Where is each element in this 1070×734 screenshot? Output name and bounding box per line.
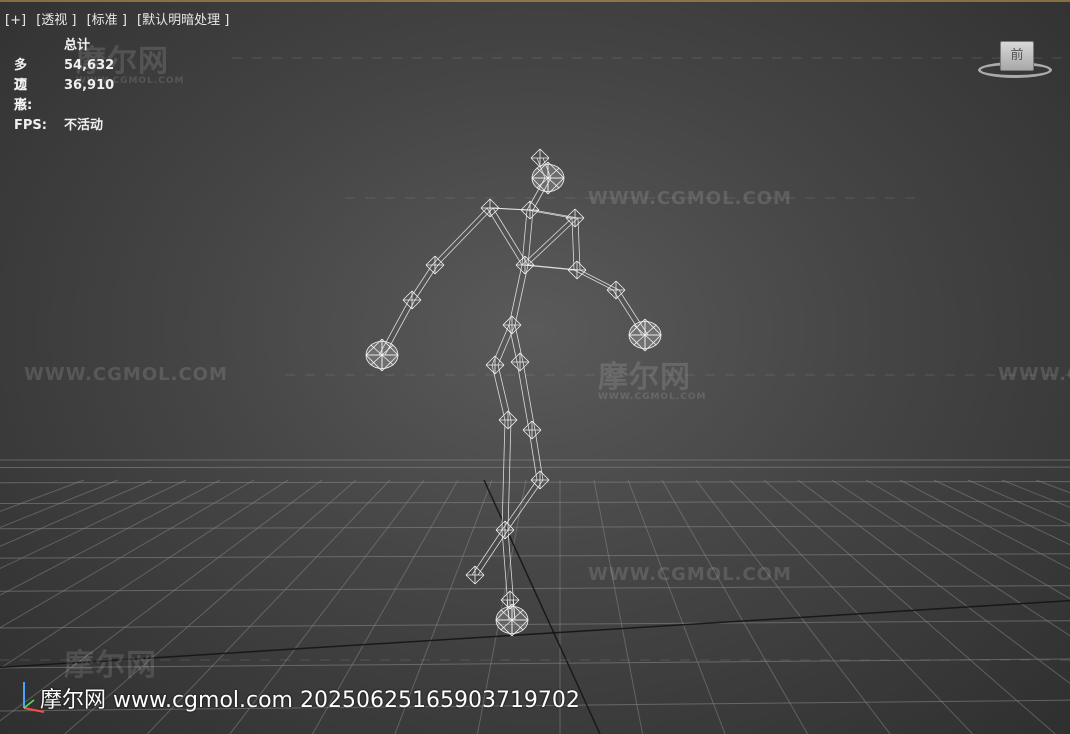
joint-lEl[interactable] [425, 255, 445, 275]
grid-line [763, 479, 1056, 734]
grid-line [933, 479, 1070, 546]
joint-lKnee[interactable] [498, 410, 518, 430]
joint-rToe[interactable] [500, 590, 520, 610]
joint-lToe[interactable] [465, 565, 485, 585]
joint-rFoot[interactable] [495, 603, 529, 637]
bone-wire [507, 419, 512, 531]
bone-wire [501, 479, 538, 531]
grid-line [0, 620, 1070, 629]
stats-header: 总计 [64, 38, 91, 53]
grid-line [1035, 479, 1070, 494]
stats-fps-label: FPS: [14, 118, 47, 133]
joint-rHip[interactable] [510, 352, 530, 372]
bone-wire [507, 479, 544, 531]
viewport-menu-general[interactable]: [+] [5, 13, 26, 28]
joint-pelvis[interactable] [502, 315, 522, 335]
joint-rKnee[interactable] [522, 420, 542, 440]
watermark-url: WWW.CGMOL.COM [998, 364, 1070, 385]
watermark-url: WWW.CGMOL.COM [588, 564, 792, 585]
grid-line [627, 479, 726, 734]
stats-vertices-value: 36,910 [64, 78, 115, 93]
bone-wire [516, 361, 530, 431]
grid-line [0, 553, 1070, 559]
viewport-menu-standard[interactable]: [标准 ] [87, 13, 127, 28]
bone-wire [527, 217, 579, 266]
bone-wire [471, 529, 503, 576]
viewcube[interactable]: 前 [976, 36, 1056, 90]
grid-line [831, 479, 1070, 637]
grid-line [695, 479, 891, 734]
grid-line [797, 479, 1070, 684]
grid-line [661, 479, 809, 734]
bone-wire [579, 269, 620, 291]
grid-axis-x [0, 599, 1070, 669]
viewcube-front-face[interactable]: 前 [1000, 41, 1034, 71]
bone-wire [522, 361, 536, 431]
joint-lSh[interactable] [480, 198, 500, 218]
watermark-logo: 摩尔网 WWW.CGMOL.COM [598, 360, 707, 402]
bone-wire [508, 264, 523, 326]
bone-wire [526, 209, 573, 219]
joint-rSh[interactable] [565, 208, 585, 228]
bone-wire [431, 207, 488, 266]
joint-lHip[interactable] [485, 355, 505, 375]
bone-wire [414, 264, 439, 301]
grid-line [899, 479, 1070, 570]
bone-wire [573, 269, 614, 291]
bone-wire [486, 207, 523, 266]
viewport-label-menu: [+] [透视 ] [标准 ] [默认明暗处理 ] [5, 9, 235, 28]
viewport-menu-shading[interactable]: [默认明暗处理 ] [137, 13, 229, 28]
perspective-viewport[interactable]: WWW.CGMOL.COM WWW.CGMOL.COM WWW.CGMOL.CO… [0, 0, 1070, 734]
stats-fps-value: 不活动 [64, 118, 104, 133]
joint-rAnk[interactable] [530, 470, 550, 490]
bone-wire [514, 264, 529, 326]
watermark-url: WWW.CGMOL.COM [588, 188, 792, 209]
joint-rEl[interactable] [567, 260, 587, 280]
bottom-watermark: 摩尔网 www.cgmol.com 20250625165903719702 [40, 688, 580, 713]
bone-wire [492, 207, 529, 266]
viewport-menu-point-of-view[interactable]: [透视 ] [36, 13, 76, 28]
joint-lHand[interactable] [365, 338, 399, 372]
stats-polygons-value: 54,632 [64, 58, 115, 73]
grid-line [0, 525, 1070, 530]
watermark-logo: 摩尔网 [64, 648, 157, 683]
home-grid [0, 57, 1070, 734]
grid-line [0, 500, 1070, 504]
bone-wire [521, 217, 573, 266]
bone-wire [437, 207, 494, 266]
joint-chest[interactable] [515, 255, 535, 275]
joint-lAnk[interactable] [495, 520, 515, 540]
joint-rWr[interactable] [606, 280, 626, 300]
bone-wire [532, 209, 579, 219]
grid-line [967, 479, 1070, 526]
joint-head[interactable] [531, 161, 565, 195]
bone-wire [501, 419, 506, 531]
joint-rHand[interactable] [628, 318, 662, 352]
bone-wire [408, 264, 433, 301]
stats-vertices-label: 顶点: [14, 78, 33, 113]
watermark-url: WWW.CGMOL.COM [24, 364, 228, 385]
grid-line [593, 479, 644, 734]
